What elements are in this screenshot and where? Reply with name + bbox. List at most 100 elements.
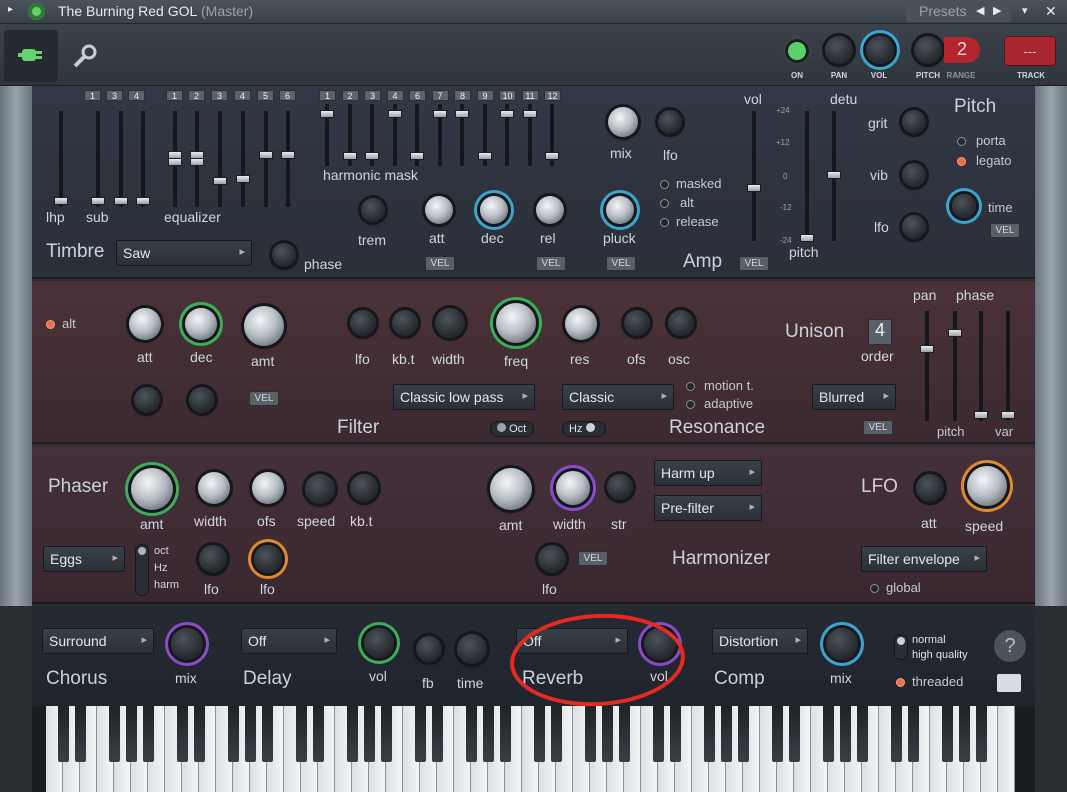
eq-num-btn[interactable]: 1 [166, 90, 183, 101]
black-key[interactable] [143, 706, 154, 762]
amp-vel-button[interactable]: VEL [739, 256, 769, 271]
hz-toggle[interactable]: Hz [562, 421, 606, 437]
piano-keyboard[interactable] [32, 706, 1035, 792]
masked-radio[interactable] [660, 180, 669, 189]
adaptive-radio[interactable] [686, 400, 695, 409]
black-key[interactable] [891, 706, 902, 762]
kbt-knob[interactable] [392, 310, 418, 336]
motion-radio[interactable] [686, 382, 695, 391]
white-key[interactable] [998, 706, 1015, 792]
harmonic-slider[interactable] [320, 110, 334, 118]
width-knob[interactable] [435, 308, 465, 338]
oct-toggle[interactable]: Oct [490, 421, 534, 437]
presets-bar[interactable]: Presets ◀ ▶ [906, 1, 1011, 22]
harmonic-num-btn[interactable]: 10 [499, 90, 516, 101]
black-key[interactable] [500, 706, 511, 762]
black-key[interactable] [857, 706, 868, 762]
harmonic-num-btn[interactable]: 2 [341, 90, 359, 101]
pitch-lfo-knob[interactable] [902, 215, 926, 239]
order-display[interactable]: 4 [868, 319, 892, 345]
phaser-lfo-knob-2[interactable] [254, 545, 282, 573]
pluck-knob[interactable] [606, 196, 634, 224]
osc-knob[interactable] [668, 310, 694, 336]
resonance-type-dropdown[interactable]: Classic [562, 384, 674, 410]
black-key[interactable] [262, 706, 273, 762]
harmonic-num-btn[interactable]: 1 [319, 90, 336, 101]
prefilter-dropdown[interactable]: Pre-filter [654, 495, 762, 521]
envelope-dropdown[interactable]: Filter envelope [861, 546, 987, 572]
harmonic-slider[interactable] [545, 152, 559, 160]
rel-vel-button[interactable]: VEL [536, 256, 566, 271]
harmonic-num-btn[interactable]: 11 [521, 90, 539, 101]
legato-radio[interactable] [957, 157, 966, 166]
harm-up-dropdown[interactable]: Harm up [654, 460, 762, 486]
black-key[interactable] [704, 706, 715, 762]
delay-vol-knob[interactable] [364, 628, 394, 658]
chorus-mix-knob[interactable] [171, 628, 203, 660]
black-key[interactable] [942, 706, 953, 762]
pitch-slider[interactable] [800, 234, 814, 242]
phaser-ofs-knob[interactable] [252, 472, 284, 504]
black-key[interactable] [109, 706, 120, 762]
dec-knob[interactable] [480, 196, 508, 224]
harmonic-num-btn[interactable]: 6 [409, 90, 426, 101]
rel-knob[interactable] [536, 196, 564, 224]
black-key[interactable] [432, 706, 443, 762]
presets-label[interactable]: Presets [919, 3, 966, 19]
filter-att-knob[interactable] [129, 308, 161, 340]
harmonic-num-btn[interactable]: 12 [544, 90, 561, 101]
black-key[interactable] [194, 706, 205, 762]
black-key[interactable] [738, 706, 749, 762]
harmonic-slider[interactable] [500, 110, 514, 118]
amp-vol-slider[interactable] [747, 184, 761, 192]
lfo-att-knob[interactable] [916, 474, 944, 502]
grit-knob[interactable] [902, 110, 926, 134]
time-knob[interactable] [952, 194, 976, 218]
phaser-mode-switch[interactable] [135, 544, 149, 596]
black-key[interactable] [296, 706, 307, 762]
filter-vel-button[interactable]: VEL [249, 391, 279, 406]
filter-amt-knob[interactable] [244, 306, 284, 346]
black-key[interactable] [466, 706, 477, 762]
unison-phase-slider[interactable] [948, 329, 962, 337]
phaser-speed-knob[interactable] [305, 474, 335, 504]
global-radio[interactable] [870, 584, 879, 593]
harmonic-slider[interactable] [477, 152, 492, 160]
chorus-dropdown[interactable]: Surround [42, 628, 154, 654]
close-icon[interactable]: ✕ [1045, 3, 1057, 20]
pitch-range-display[interactable]: 2 [944, 37, 980, 63]
quality-switch[interactable] [894, 634, 908, 660]
filter-alt-radio[interactable] [46, 320, 55, 329]
black-key[interactable] [653, 706, 664, 762]
sub-num-btn[interactable]: 3 [106, 90, 123, 101]
harmonic-num-btn[interactable]: 3 [364, 90, 381, 101]
black-key[interactable] [245, 706, 256, 762]
eq-slider-3[interactable] [213, 177, 227, 185]
harmonic-slider[interactable] [365, 152, 379, 160]
phaser-amt-knob[interactable] [131, 468, 173, 510]
sub-slider-4[interactable] [136, 197, 150, 205]
res-knob[interactable] [565, 308, 597, 340]
black-key[interactable] [228, 706, 239, 762]
black-key[interactable] [670, 706, 681, 762]
pluck-vel-button[interactable]: VEL [606, 256, 636, 271]
black-key[interactable] [58, 706, 69, 762]
pan-knob[interactable] [825, 36, 853, 64]
phaser-lfo-knob-1[interactable] [199, 545, 227, 573]
black-key[interactable] [75, 706, 86, 762]
black-key[interactable] [789, 706, 800, 762]
black-key[interactable] [364, 706, 375, 762]
freq-knob[interactable] [496, 303, 536, 343]
black-key[interactable] [177, 706, 188, 762]
detune-slider[interactable] [827, 171, 841, 179]
att-knob[interactable] [425, 196, 453, 224]
unison-var-slider[interactable] [1001, 411, 1015, 419]
eq-slider-4[interactable] [236, 175, 250, 183]
harmonic-num-btn[interactable]: 9 [476, 90, 494, 101]
release-radio[interactable] [660, 218, 669, 227]
harmonic-num-btn[interactable]: 8 [454, 90, 471, 101]
harm-lfo-knob[interactable] [538, 545, 566, 573]
phaser-preset-dropdown[interactable]: Eggs [43, 546, 125, 572]
harmonic-slider[interactable] [455, 110, 469, 118]
pitch-knob[interactable] [914, 36, 942, 64]
